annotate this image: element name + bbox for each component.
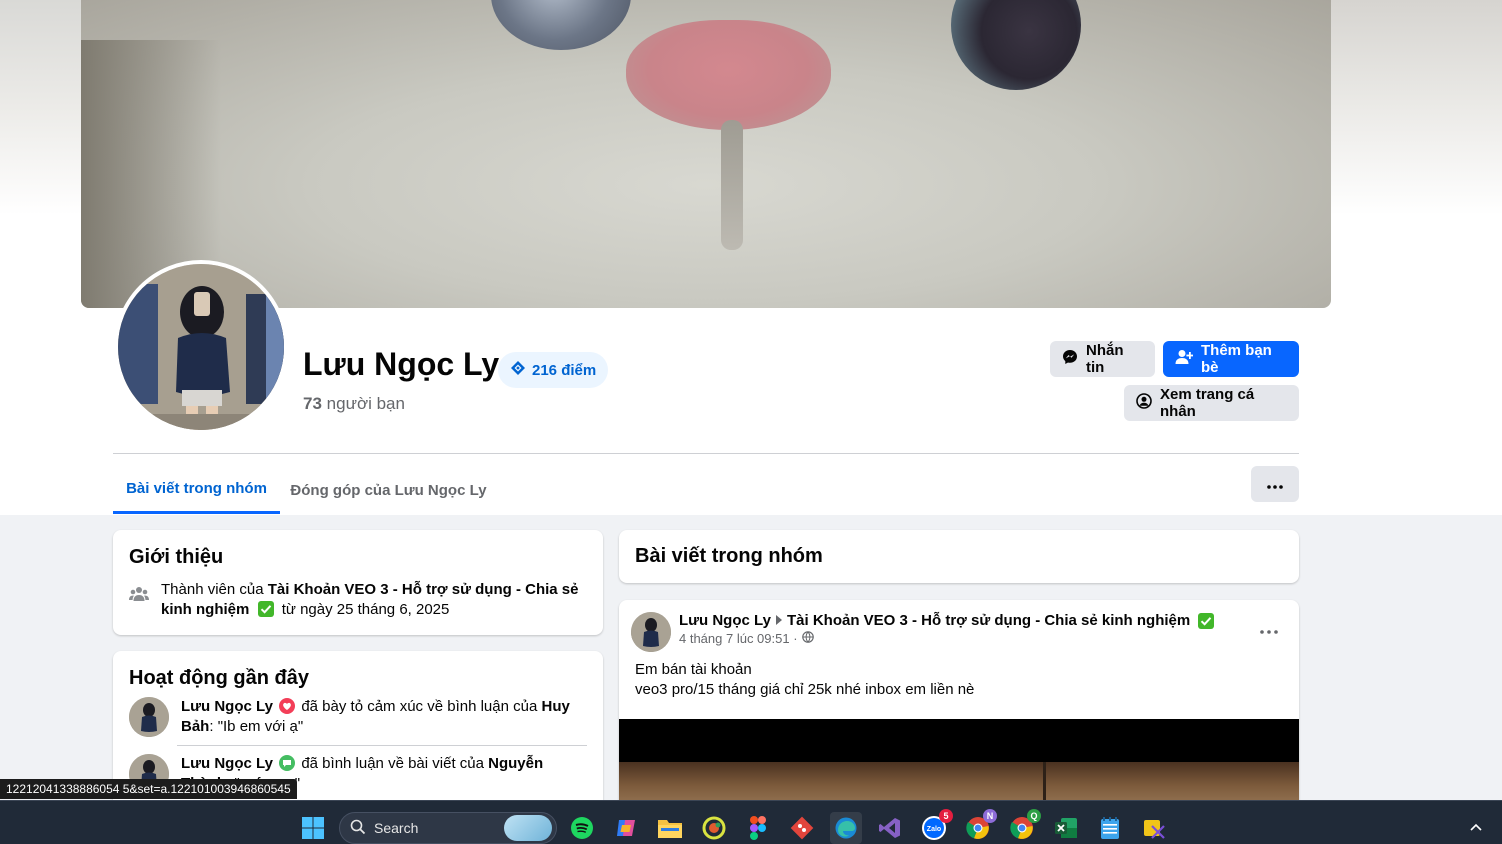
chevron-up-icon[interactable] xyxy=(1466,818,1486,838)
cover-photo[interactable] xyxy=(81,0,1331,308)
copilot-icon[interactable] xyxy=(610,812,642,844)
post-text: Em bán tài khoản veo3 pro/15 tháng giá c… xyxy=(635,660,974,700)
post-text-line: veo3 pro/15 tháng giá chỉ 25k nhé inbox … xyxy=(635,681,975,698)
zalo-notification-badge: 5 xyxy=(939,809,953,823)
zalo-icon[interactable]: Zalo 5 xyxy=(918,809,953,844)
group-post: Lưu Ngọc Ly Tài Khoản VEO 3 - Hỗ trợ sử … xyxy=(619,600,1299,820)
tab-contributions[interactable]: Đóng góp của Lưu Ngọc Ly xyxy=(285,466,492,514)
activity-action: đã bình luận về bài viết của xyxy=(301,755,484,772)
diamond-icon xyxy=(510,360,526,380)
post-timestamp[interactable]: 4 tháng 7 lúc 09:51 · xyxy=(679,631,798,646)
git-icon[interactable] xyxy=(786,812,818,844)
ellipsis-icon xyxy=(1267,476,1283,493)
visual-studio-icon[interactable] xyxy=(874,812,906,844)
cursor-app-icon[interactable] xyxy=(698,812,730,844)
points-label: 216 điểm xyxy=(532,361,597,379)
add-friend-button[interactable]: Thêm bạn bè xyxy=(1163,341,1299,377)
intro-card: Giới thiệu Thành viên của Tài Khoản VEO … xyxy=(113,530,603,635)
tab-group-posts[interactable]: Bài viết trong nhóm xyxy=(113,466,280,514)
activity-actor[interactable]: Lưu Ngọc Ly xyxy=(181,698,273,715)
profile-badge: N xyxy=(983,809,997,823)
intro-title: Giới thiệu xyxy=(129,546,224,568)
search-icon xyxy=(350,819,366,838)
membership-row: Thành viên của Tài Khoản VEO 3 - Hỗ trợ … xyxy=(129,580,589,620)
verified-check-icon xyxy=(257,601,274,617)
profile-name: Lưu Ngọc Ly xyxy=(303,346,500,382)
activity-quote: "Ib em với ạ" xyxy=(217,718,304,735)
status-bar-url: 12212041338886054 5&set=a.12210100394686… xyxy=(0,779,297,799)
activity-item[interactable]: Lưu Ngọc Ly đã bày tỏ cảm xúc về bình lu… xyxy=(129,697,589,737)
post-group-name[interactable]: Tài Khoản VEO 3 - Hỗ trợ sử dụng - Chia … xyxy=(787,612,1190,629)
caret-right-icon xyxy=(775,612,783,629)
file-explorer-icon[interactable] xyxy=(654,812,686,844)
spotify-icon[interactable] xyxy=(566,812,598,844)
points-badge[interactable]: 216 điểm xyxy=(498,352,609,388)
search-label: Search xyxy=(374,820,419,836)
activity-actor[interactable]: Lưu Ngọc Ly xyxy=(181,755,273,772)
message-button[interactable]: Nhắn tin xyxy=(1050,341,1155,377)
post-options-button[interactable] xyxy=(1255,618,1283,642)
group-posts-header: Bài viết trong nhóm xyxy=(619,530,1299,583)
message-button-label: Nhắn tin xyxy=(1086,342,1124,376)
start-icon[interactable] xyxy=(297,812,329,844)
figma-icon[interactable] xyxy=(742,812,774,844)
membership-prefix: Thành viên của xyxy=(161,581,264,598)
avatar xyxy=(631,612,671,652)
excel-icon[interactable] xyxy=(1050,812,1082,844)
notepad-icon[interactable] xyxy=(1094,812,1126,844)
more-options-button[interactable] xyxy=(1251,466,1299,502)
verified-check-icon xyxy=(1198,612,1215,629)
post-meta: Lưu Ngọc Ly Tài Khoản VEO 3 - Hỗ trợ sử … xyxy=(679,612,1215,646)
add-friend-label: Thêm bạn bè xyxy=(1201,342,1272,376)
globe-icon xyxy=(801,631,814,646)
group-members-icon xyxy=(129,586,149,620)
snipping-tool-icon[interactable] xyxy=(1138,812,1170,844)
chrome-icon[interactable]: N xyxy=(962,809,997,844)
post-text-line: Em bán tài khoản xyxy=(635,661,752,678)
post-author-avatar[interactable] xyxy=(631,612,671,652)
taskbar-search[interactable]: Search xyxy=(339,812,557,844)
edge-icon[interactable] xyxy=(830,812,862,844)
membership-since: từ ngày 25 tháng 6, 2025 xyxy=(281,601,450,618)
friends-count-number: 73 xyxy=(303,394,322,413)
comment-icon xyxy=(279,755,296,771)
friends-count-suffix: người bạn xyxy=(326,394,405,413)
ellipsis-icon xyxy=(1260,621,1278,639)
view-profile-button[interactable]: Xem trang cá nhân xyxy=(1124,385,1299,421)
activity-title: Hoạt động gần đây xyxy=(129,667,309,689)
friends-count[interactable]: 73 người bạn xyxy=(303,394,405,414)
avatar xyxy=(129,697,169,737)
cover-backdrop-right xyxy=(1331,0,1502,215)
profile-badge: Q xyxy=(1027,809,1041,823)
post-author-name[interactable]: Lưu Ngọc Ly xyxy=(679,612,771,629)
view-profile-label: Xem trang cá nhân xyxy=(1160,386,1255,420)
chrome-profile-icon[interactable]: Q xyxy=(1006,809,1041,844)
activity-divider xyxy=(177,745,587,746)
search-highlight-art xyxy=(504,815,552,841)
messenger-icon xyxy=(1062,349,1078,369)
user-circle-icon xyxy=(1136,393,1152,413)
add-friend-icon xyxy=(1175,349,1194,369)
cover-backdrop-left xyxy=(0,0,81,215)
profile-avatar[interactable] xyxy=(114,260,288,434)
heart-reaction-icon xyxy=(279,698,296,714)
svg-text:Zalo: Zalo xyxy=(927,826,941,833)
group-posts-title: Bài viết trong nhóm xyxy=(635,545,823,567)
header-divider xyxy=(113,453,1299,454)
activity-action: đã bày tỏ cảm xúc về bình luận của xyxy=(301,698,538,715)
